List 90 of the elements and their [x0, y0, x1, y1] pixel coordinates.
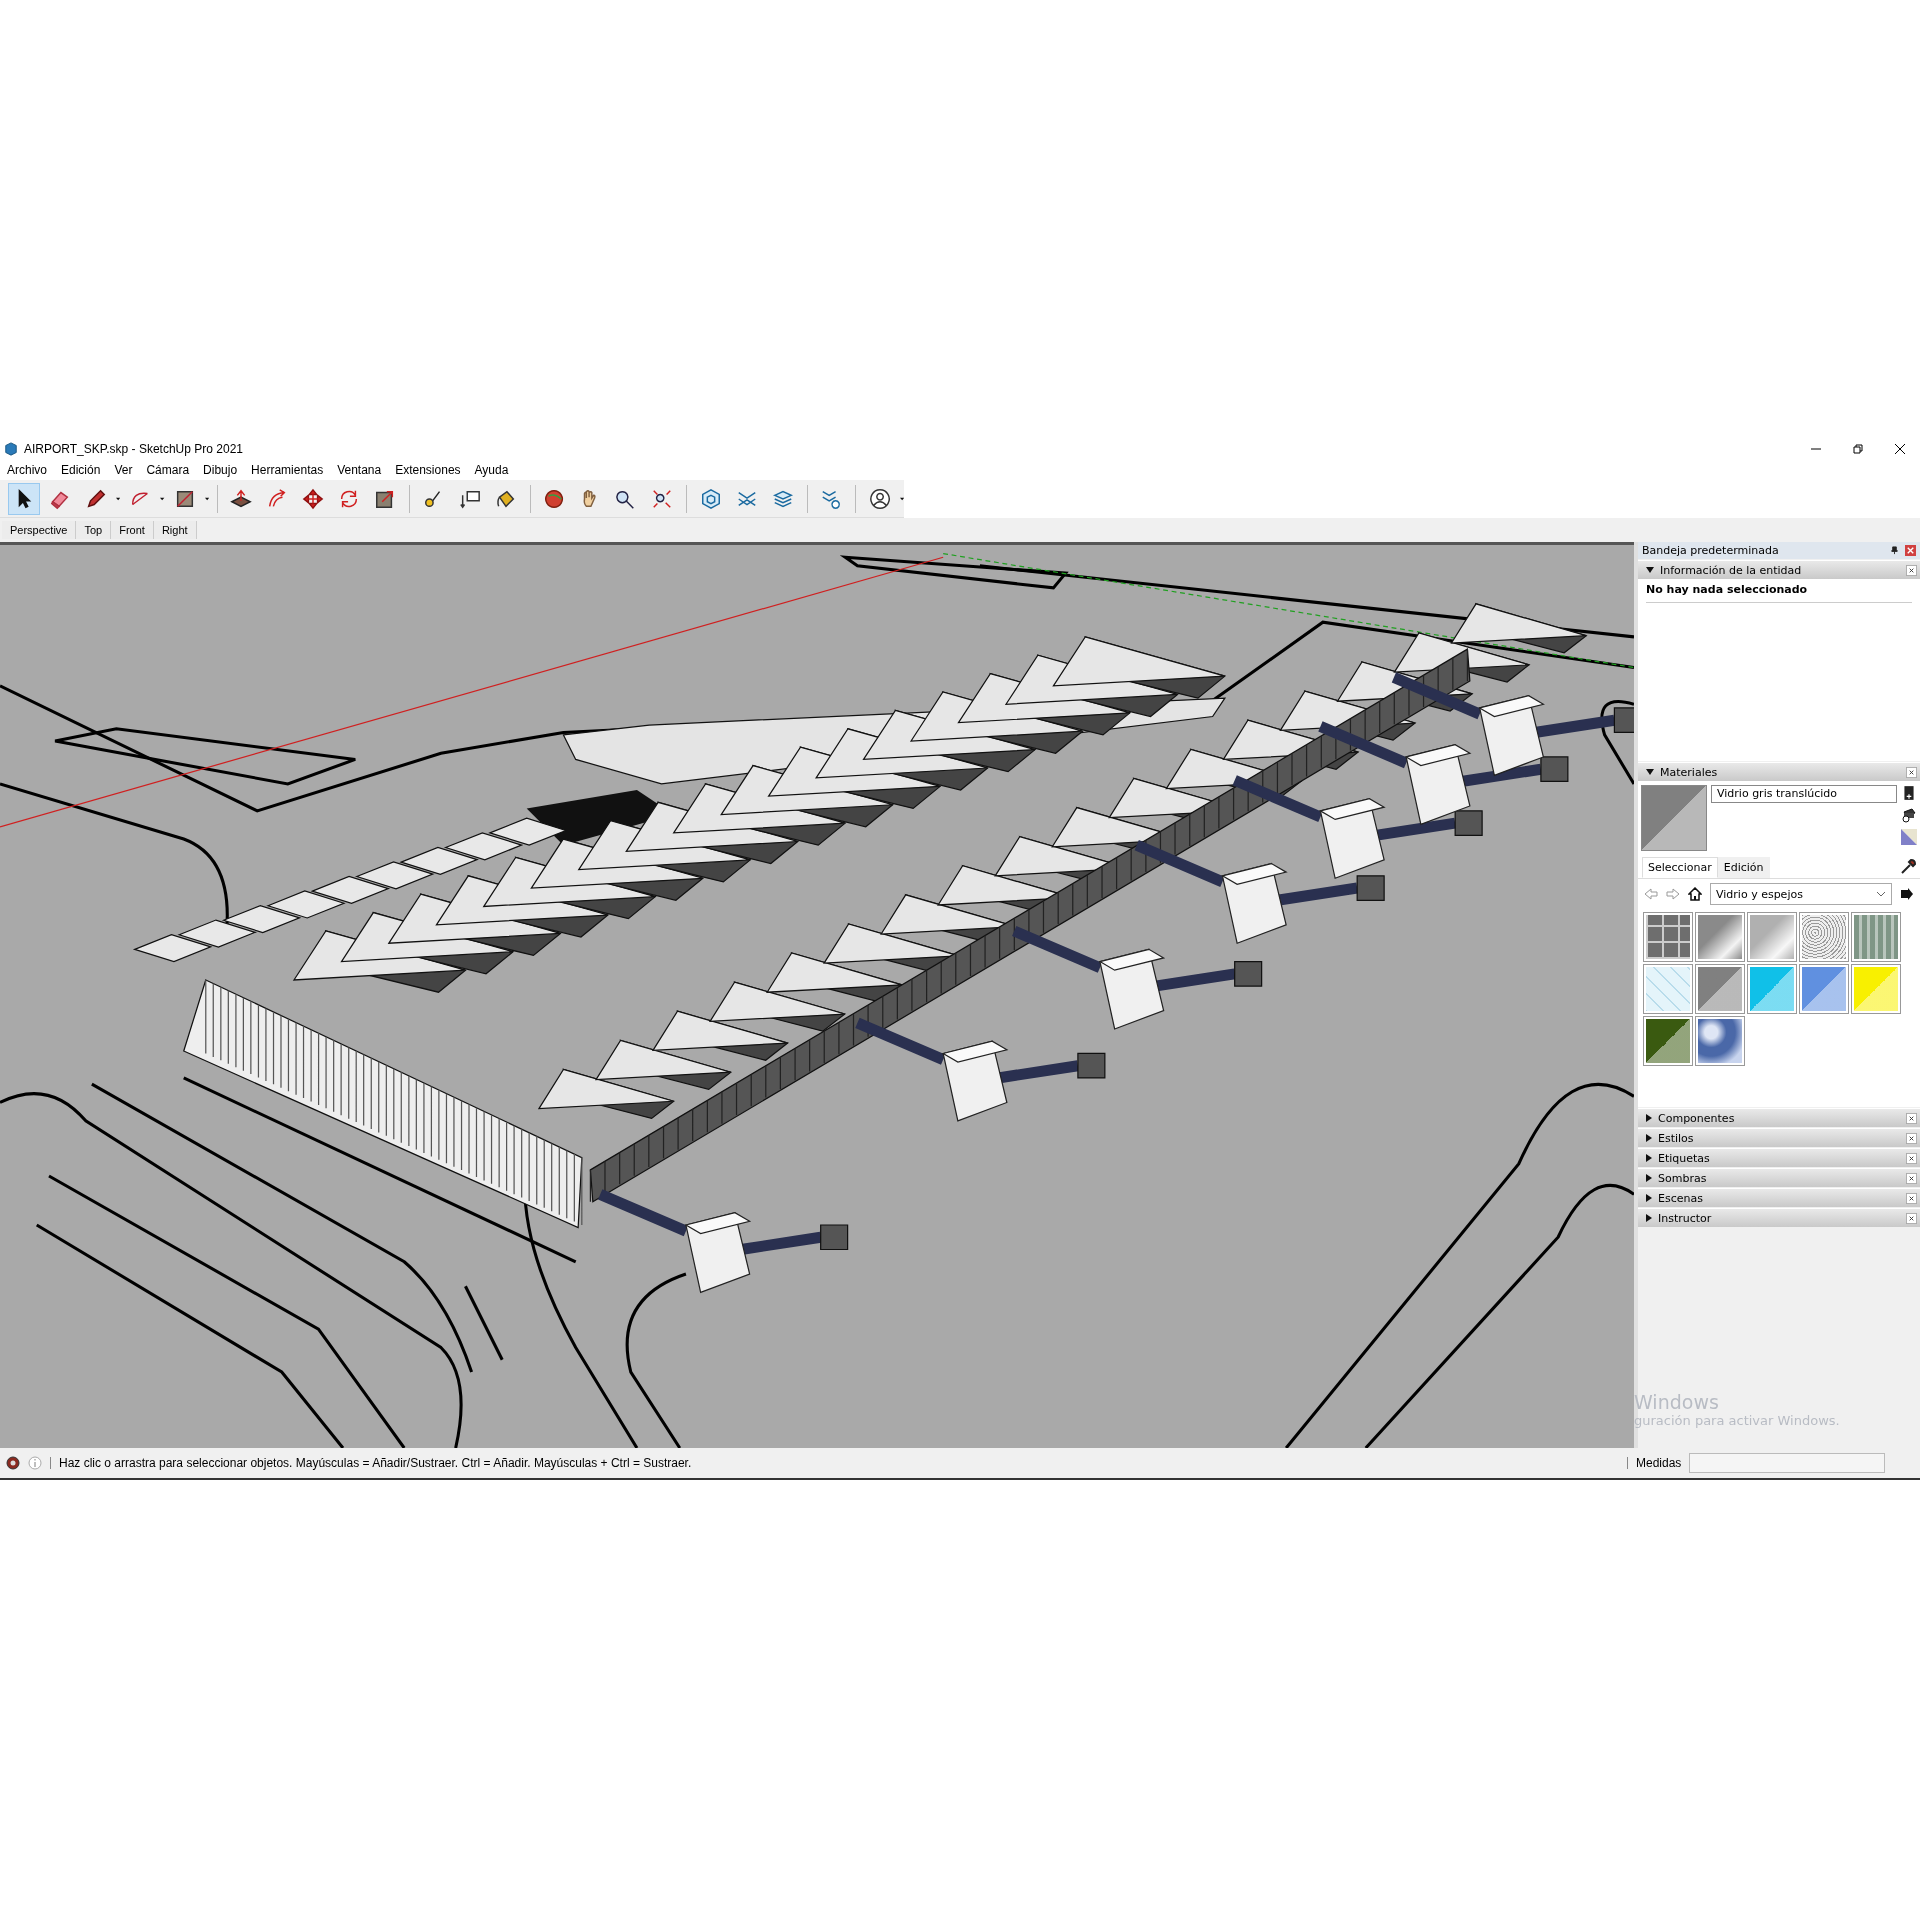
material-swatch[interactable] [1644, 913, 1692, 962]
color-swatch-icon[interactable] [1901, 829, 1917, 846]
material-swatch[interactable] [1748, 965, 1796, 1014]
chevron-icon[interactable] [1876, 891, 1886, 898]
material-swatch[interactable] [1852, 965, 1900, 1014]
eyedropper-icon[interactable] [1900, 859, 1916, 876]
panel-header[interactable]: Etiquetas [1638, 1148, 1920, 1168]
app-logo-icon [4, 441, 18, 456]
activation-notice-text: guración para activar Windows. [1634, 1413, 1840, 1429]
panel-title: Escenas [1658, 1191, 1704, 1205]
selection-status: No hay nada seleccionado [1646, 583, 1912, 604]
user-icon [868, 486, 891, 511]
panel-title: Instructor [1658, 1211, 1713, 1225]
caret-icon[interactable] [899, 495, 904, 502]
activation-notice-title: Windows [1634, 1391, 1720, 1414]
add-material-icon[interactable] [1901, 807, 1917, 824]
expand-triangle-icon[interactable] [1646, 1154, 1652, 1163]
close-icon[interactable] [1906, 1132, 1917, 1144]
scene-tab[interactable]: Right [153, 521, 197, 540]
panel-tab[interactable]: Seleccionar [1642, 857, 1718, 879]
menu-item[interactable]: Herramientas [251, 462, 324, 477]
material-swatch[interactable] [1644, 1017, 1692, 1066]
caret-icon[interactable] [204, 495, 210, 502]
close-icon[interactable] [1906, 1212, 1917, 1224]
measurements-label: Medidas [1636, 1456, 1682, 1471]
scene-tab[interactable]: Perspective [2, 521, 77, 540]
details-arrow-icon[interactable] [1900, 887, 1914, 902]
expand-triangle-icon[interactable] [1646, 567, 1654, 574]
material-swatch[interactable] [1696, 965, 1744, 1014]
home-icon[interactable] [1688, 887, 1702, 902]
close-icon[interactable] [1894, 442, 1906, 455]
scene-tab[interactable]: Front [111, 521, 154, 540]
caret-icon[interactable] [116, 495, 121, 502]
panel-header[interactable]: Sombras [1638, 1168, 1920, 1188]
panel-header[interactable]: Escenas [1638, 1188, 1920, 1208]
material-swatch[interactable] [1696, 1017, 1744, 1066]
menu-item[interactable]: Edición [61, 462, 101, 477]
measurements-field[interactable] [1689, 1453, 1886, 1474]
material-swatch[interactable] [1644, 965, 1692, 1014]
panel-header[interactable]: Estilos [1638, 1128, 1920, 1148]
menu-item[interactable]: Ventana [337, 462, 382, 477]
panel-title: Materiales [1660, 765, 1719, 779]
create-material-icon[interactable] [1901, 785, 1917, 802]
panel-header[interactable]: Componentes [1638, 1108, 1920, 1128]
menu-item[interactable]: Cámara [146, 462, 190, 477]
panel-title: Estilos [1658, 1131, 1695, 1145]
scene-tab[interactable]: Top [76, 521, 112, 540]
window-title: AIRPORT_SKP.skp - SketchUp Pro 2021 [24, 441, 243, 456]
status-message: Haz clic o arrastra para seleccionar objetos. Mayúsculas = Añadir/Sustraer. Ctrl = Añadir. Mayúsculas + Ctrl = Sustraer. [59, 1456, 693, 1471]
panel-header[interactable]: Información de la entidad [1638, 560, 1920, 580]
close-icon[interactable] [1906, 766, 1917, 778]
material-swatch[interactable] [1852, 913, 1900, 962]
menu-item[interactable]: Ver [114, 462, 133, 477]
expand-triangle-icon[interactable] [1646, 1174, 1652, 1183]
library-dropdown[interactable]: Vidrio y espejos [1710, 883, 1892, 906]
panel-title: Sombras [1658, 1171, 1708, 1185]
close-icon[interactable] [1906, 1152, 1917, 1164]
expand-triangle-icon[interactable] [1646, 769, 1654, 776]
close-icon[interactable] [1906, 1192, 1917, 1204]
menu-item[interactable]: Dibujo [203, 462, 238, 477]
close-icon[interactable] [1906, 564, 1917, 576]
panel-title: Información de la entidad [1660, 563, 1803, 577]
menu-item[interactable]: Archivo [7, 462, 47, 477]
cube-box-icon [699, 486, 722, 511]
geolocation-icon[interactable] [6, 1456, 20, 1471]
material-preview [1641, 785, 1707, 852]
expand-triangle-icon[interactable] [1646, 1214, 1652, 1223]
panel-title: Componentes [1658, 1111, 1736, 1125]
expand-triangle-icon[interactable] [1646, 1134, 1652, 1143]
material-name-field[interactable]: Vidrio gris translúcido [1711, 785, 1897, 804]
material-swatch[interactable] [1800, 913, 1848, 962]
menu-item[interactable]: Extensiones [395, 462, 461, 477]
panel-title: Etiquetas [1658, 1151, 1711, 1165]
menu-item[interactable]: Ayuda [474, 462, 509, 477]
move-cross-arrows-icon [302, 486, 325, 511]
cursor-arrow-tool-button[interactable] [8, 482, 40, 515]
material-swatch[interactable] [1748, 913, 1796, 962]
panel-tab[interactable]: Edición [1717, 857, 1770, 879]
material-swatch[interactable] [1696, 913, 1744, 962]
tray-title: Bandeja predeterminada [1642, 544, 1780, 558]
pin-icon[interactable] [1890, 546, 1899, 556]
caret-icon[interactable] [160, 495, 165, 502]
material-swatch[interactable] [1800, 965, 1848, 1014]
close-icon[interactable] [1906, 1112, 1917, 1124]
expand-triangle-icon[interactable] [1646, 1114, 1652, 1123]
panel-header[interactable]: Instructor [1638, 1208, 1920, 1228]
expand-triangle-icon[interactable] [1646, 1194, 1652, 1203]
close-icon[interactable] [1906, 1172, 1917, 1184]
panel-header[interactable]: Materiales [1638, 762, 1920, 782]
restore-icon[interactable] [1852, 442, 1864, 455]
